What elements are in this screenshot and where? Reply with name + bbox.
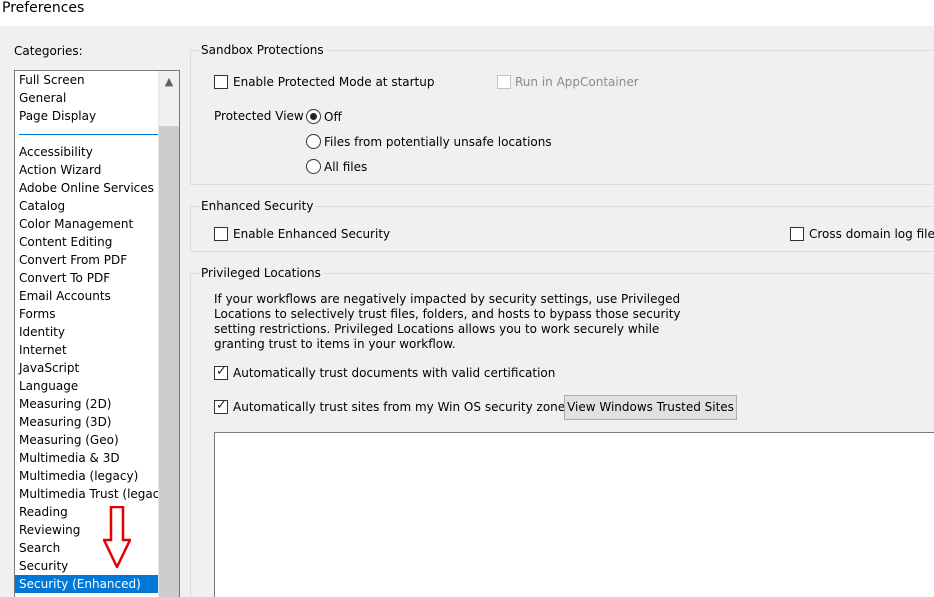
- protected-view-unsafe-radio[interactable]: [306, 134, 321, 149]
- cross-domain-log-checkbox[interactable]: [790, 227, 804, 241]
- category-item-catalog[interactable]: Catalog: [15, 197, 158, 215]
- enhanced-security-title: Enhanced Security: [200, 199, 316, 213]
- protected-mode-checkbox[interactable]: [214, 75, 228, 89]
- category-item-color-management[interactable]: Color Management: [15, 215, 158, 233]
- trust-os-sites-label[interactable]: Automatically trust sites from my Win OS…: [233, 400, 571, 414]
- protected-view-off-label[interactable]: Off: [324, 110, 342, 124]
- privileged-locations-title: Privileged Locations: [200, 266, 323, 280]
- category-item-email-accounts[interactable]: Email Accounts: [15, 287, 158, 305]
- category-item-security[interactable]: Security: [15, 557, 158, 575]
- category-item-language[interactable]: Language: [15, 377, 158, 395]
- categories-scrollbar[interactable]: ▲: [158, 71, 179, 597]
- trust-certified-docs-label[interactable]: Automatically trust documents with valid…: [233, 366, 555, 380]
- category-item-multimedia-3d[interactable]: Multimedia & 3D: [15, 449, 158, 467]
- category-item-action-wizard[interactable]: Action Wizard: [15, 161, 158, 179]
- category-item-identity[interactable]: Identity: [15, 323, 158, 341]
- privileged-locations-list[interactable]: [214, 432, 934, 597]
- categories-label: Categories:: [14, 44, 83, 58]
- category-item-content-editing[interactable]: Content Editing: [15, 233, 158, 251]
- enable-enhanced-security-label[interactable]: Enable Enhanced Security: [233, 227, 390, 241]
- category-separator: [15, 125, 168, 143]
- protected-view-off-radio[interactable]: [306, 109, 321, 124]
- scroll-thumb[interactable]: [159, 126, 179, 597]
- appcontainer-label[interactable]: Run in AppContainer: [515, 75, 639, 89]
- category-item-measuring-2d[interactable]: Measuring (2D): [15, 395, 158, 413]
- title-bar: Preferences: [0, 0, 934, 26]
- category-item-internet[interactable]: Internet: [15, 341, 158, 359]
- down-arrow-icon: [103, 506, 131, 568]
- trust-certified-docs-checkbox[interactable]: [214, 364, 228, 380]
- protected-view-all-radio[interactable]: [306, 159, 321, 174]
- category-item-measuring-geo[interactable]: Measuring (Geo): [15, 431, 158, 449]
- category-item-multimedia-trust-legacy[interactable]: Multimedia Trust (legacy): [15, 485, 171, 503]
- protected-view-unsafe-label[interactable]: Files from potentially unsafe locations: [324, 135, 552, 149]
- privileged-locations-description: If your workflows are negatively impacte…: [214, 292, 681, 351]
- protected-mode-label[interactable]: Enable Protected Mode at startup: [233, 75, 435, 89]
- category-item-forms[interactable]: Forms: [15, 305, 158, 323]
- categories-list[interactable]: Full Screen General Page Display Accessibil…: [14, 70, 180, 597]
- protected-view-label: Protected View: [214, 109, 304, 123]
- preferences-window: Preferences Categories: Full Screen Gener…: [0, 0, 934, 597]
- view-windows-trusted-sites-button[interactable]: View Windows Trusted Sites: [564, 395, 737, 420]
- category-item-multimedia-legacy[interactable]: Multimedia (legacy): [15, 467, 158, 485]
- category-item-convert-from-pdf[interactable]: Convert From PDF: [15, 251, 158, 269]
- trust-os-sites-checkbox[interactable]: [214, 398, 228, 414]
- category-item-accessibility[interactable]: Accessibility: [15, 143, 158, 161]
- categories-items: Full Screen General Page Display Accessibil…: [15, 71, 171, 593]
- category-item-full-screen[interactable]: Full Screen: [15, 71, 158, 89]
- window-title: Preferences: [2, 0, 85, 16]
- category-item-general[interactable]: General: [15, 89, 158, 107]
- category-item-page-display[interactable]: Page Display: [15, 107, 158, 125]
- category-item-measuring-3d[interactable]: Measuring (3D): [15, 413, 158, 431]
- enable-enhanced-security-checkbox[interactable]: [214, 227, 228, 241]
- category-item-reviewing[interactable]: Reviewing: [15, 521, 158, 539]
- protected-view-all-label[interactable]: All files: [324, 160, 367, 174]
- category-item-security-enhanced[interactable]: Security (Enhanced): [15, 575, 158, 593]
- appcontainer-checkbox[interactable]: [497, 75, 511, 89]
- category-item-convert-to-pdf[interactable]: Convert To PDF: [15, 269, 158, 287]
- category-item-adobe-online-services[interactable]: Adobe Online Services: [15, 179, 158, 197]
- cross-domain-log-label[interactable]: Cross domain log file: [809, 227, 934, 241]
- category-item-reading[interactable]: Reading: [15, 503, 158, 521]
- category-item-search[interactable]: Search: [15, 539, 158, 557]
- scroll-up-icon[interactable]: ▲: [159, 71, 179, 93]
- category-item-javascript[interactable]: JavaScript: [15, 359, 158, 377]
- sandbox-title: Sandbox Protections: [200, 43, 326, 57]
